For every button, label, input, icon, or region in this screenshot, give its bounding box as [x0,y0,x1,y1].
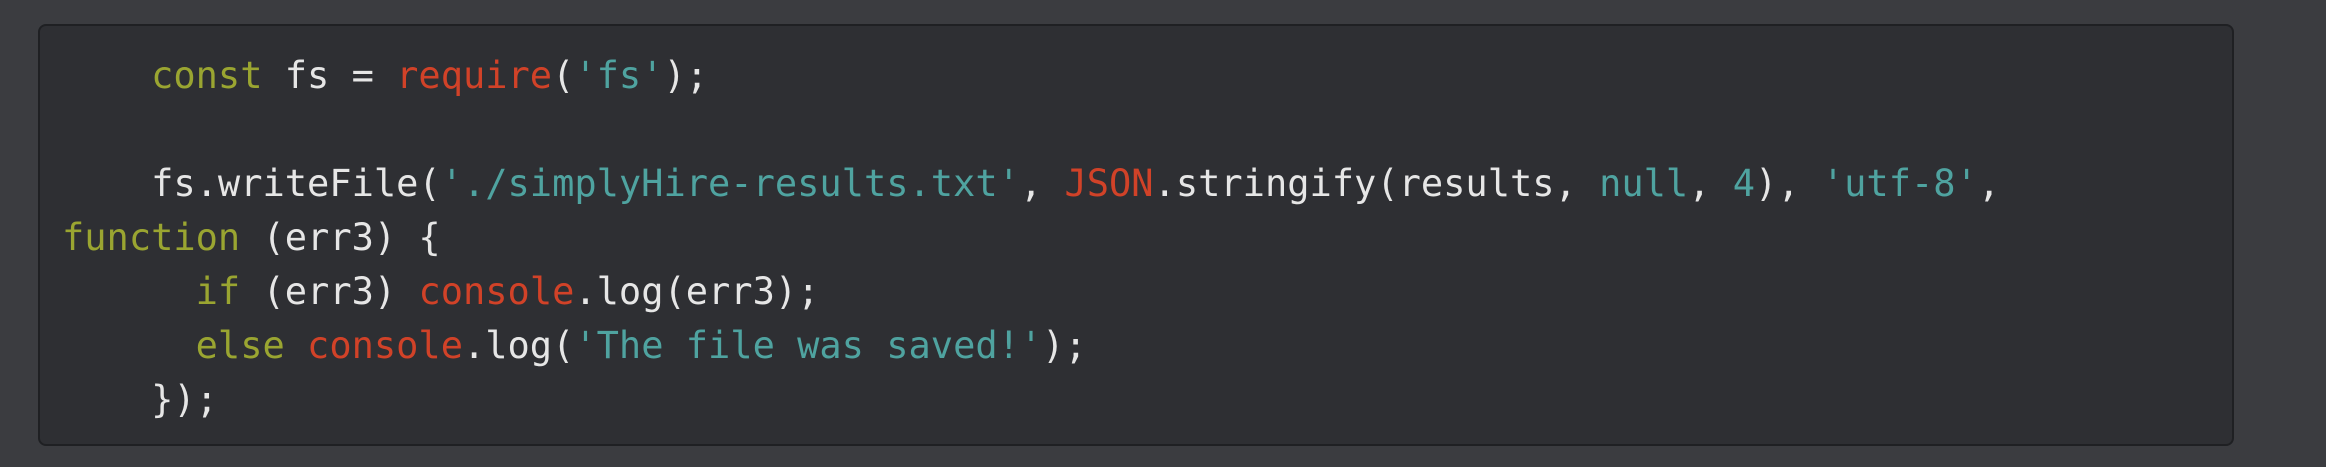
code-line-4: function (err3) { [62,211,2000,265]
token: fs = [262,54,397,97]
code-line-7: }); [62,373,2000,427]
token: require [396,54,553,97]
token: else [195,324,285,367]
token: (err3) { [240,216,441,259]
token: ), [1755,162,1822,205]
token: ); [1042,324,1087,367]
token: .log( [462,324,575,367]
token: JSON [1064,162,1154,205]
code-line-5: if (err3) console.log(err3); [62,265,2000,319]
token: , [1019,162,1065,205]
token: ); [663,54,709,97]
token: , [1977,162,2001,205]
token: const [151,54,263,97]
token: fs.writeFile( [62,162,441,205]
token: ( [552,54,575,97]
token: console [418,270,575,313]
code-line-3: fs.writeFile('./simplyHire-results.txt',… [62,157,2000,211]
code-line-1: const fs = require('fs'); [62,49,2000,103]
code-block: const fs = require('fs'); fs.writeFile('… [38,24,2234,446]
code-line-6: else console.log('The file was saved!'); [62,319,2000,373]
token: .log(err3); [574,270,820,313]
token: 'fs' [574,54,664,97]
token: null [1599,162,1689,205]
code-text: const fs = require('fs'); fs.writeFile('… [62,49,2000,427]
token: if [195,270,241,313]
token: 'utf-8' [1821,162,1978,205]
token: function [62,216,241,259]
token: }); [62,378,218,421]
token: console [307,324,463,367]
token: './simplyHire-results.txt' [440,162,1020,205]
token: (err3) [240,270,419,313]
token: , [1688,162,1733,205]
token: .stringify(results, [1153,162,1600,205]
token: 'The file was saved!' [574,324,1043,367]
token: 4 [1732,162,1756,205]
